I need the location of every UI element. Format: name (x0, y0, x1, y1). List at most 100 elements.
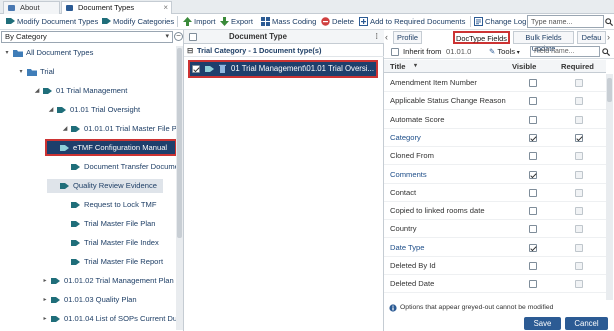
field-row[interactable]: Date Type (384, 239, 606, 257)
required-checkbox[interactable] (575, 188, 583, 197)
visible-checkbox[interactable] (529, 170, 537, 179)
fields-scrollbar[interactable] (606, 74, 613, 300)
inherit-value[interactable]: 01.01.0 (446, 45, 471, 59)
tree-item[interactable]: ▸ 01.01.03 Quality Plan (0, 293, 176, 307)
required-checkbox[interactable] (575, 115, 583, 124)
required-checkbox[interactable] (575, 262, 583, 270)
tree-item[interactable]: Trial Master File Index (0, 236, 176, 250)
modify-categories-button[interactable]: Modify Categories (102, 15, 174, 28)
column-header-document-type[interactable]: Document Type (229, 30, 287, 44)
visible-checkbox[interactable] (529, 243, 537, 252)
save-button[interactable]: Save (524, 317, 561, 330)
chevron-down-icon[interactable]: ▾ (4, 46, 10, 60)
visible-checkbox[interactable] (529, 152, 537, 161)
field-row[interactable]: Amendment Item Number (384, 74, 606, 92)
tab-bulk-fields-update[interactable]: Bulk Fields Update (513, 31, 574, 53)
required-checkbox[interactable] (575, 207, 583, 216)
visible-checkbox[interactable] (529, 133, 537, 142)
chevron-down-icon[interactable]: ◢ (34, 84, 40, 98)
tree-item[interactable]: ▾ All Document Types (0, 46, 176, 60)
modify-document-types-button[interactable]: Modify Document Types (6, 15, 98, 28)
field-row[interactable]: Cloned From (384, 147, 606, 166)
visible-checkbox[interactable] (529, 262, 537, 270)
group-row[interactable]: ⊟ Trial Category - 1 Document type(s) (184, 44, 384, 57)
tree-item[interactable]: ◢ 01 Trial Management (0, 84, 176, 98)
field-name-search-input[interactable]: Field name... (530, 46, 600, 57)
tab-about[interactable]: About (3, 1, 60, 14)
column-header-title[interactable]: Title (390, 60, 405, 73)
export-button[interactable]: Export (220, 15, 253, 28)
tree-item[interactable]: Quality Review Evidence (47, 179, 163, 193)
view-mode-select[interactable]: By Category ▾ (1, 31, 173, 43)
collapse-all-button[interactable]: − (174, 32, 183, 41)
tree-item[interactable]: eTMF Configuration Manual (45, 139, 177, 156)
required-checkbox[interactable] (575, 225, 583, 234)
column-resize-handle[interactable]: ⁞ (375, 30, 378, 44)
close-icon[interactable]: × (163, 2, 168, 14)
chevron-right-icon[interactable]: ▸ (42, 293, 48, 307)
visible-checkbox[interactable] (529, 207, 537, 216)
mass-coding-button[interactable]: Mass Coding (261, 15, 316, 28)
tree-item[interactable]: Trial Master File Plan (0, 217, 176, 231)
add-to-required-documents-button[interactable]: Add to Required Documents (359, 15, 465, 28)
tree-item[interactable]: ◢ 01.01.01 Trial Master File Plan (0, 122, 183, 136)
column-header-required[interactable]: Required (561, 60, 594, 73)
chevron-right-icon[interactable]: ▸ (42, 274, 48, 288)
required-checkbox[interactable] (575, 79, 583, 87)
field-row[interactable]: Category (384, 129, 606, 147)
change-log-button[interactable]: Change Log (474, 15, 526, 28)
tree-item[interactable]: ◢ 01.01 Trial Oversight (0, 103, 176, 117)
tab-doctype-fields[interactable]: DocType Fields (453, 31, 510, 44)
type-name-search-input[interactable]: Type name... (527, 15, 604, 28)
search-icon[interactable] (605, 18, 613, 26)
visible-checkbox[interactable] (529, 280, 537, 289)
delete-icon[interactable] (219, 64, 226, 73)
visible-checkbox[interactable] (529, 115, 537, 124)
field-row[interactable]: Contact (384, 184, 606, 202)
delete-button[interactable]: Delete (321, 15, 354, 28)
fields-scrollbar-thumb[interactable] (607, 78, 612, 102)
tab-default[interactable]: Defau (577, 31, 606, 44)
search-icon[interactable] (602, 48, 610, 56)
required-checkbox[interactable] (575, 152, 583, 161)
required-checkbox[interactable] (575, 243, 583, 252)
import-button[interactable]: Import (183, 15, 216, 28)
row-checkbox[interactable] (192, 65, 200, 73)
field-row[interactable]: Deleted Date (384, 275, 606, 294)
field-row[interactable]: Automate Score (384, 111, 606, 129)
required-checkbox[interactable] (575, 280, 583, 289)
chevron-down-icon[interactable]: ▾ (18, 65, 24, 79)
field-row[interactable]: Copied to linked rooms date (384, 202, 606, 221)
inherit-checkbox[interactable] (391, 48, 399, 56)
tab-profile[interactable]: Profile (393, 31, 422, 44)
visible-checkbox[interactable] (529, 97, 537, 106)
tools-menu[interactable]: ✎ Tools ▾ (489, 45, 520, 60)
field-row[interactable]: Country (384, 220, 606, 239)
visible-checkbox[interactable] (529, 225, 537, 234)
tree-item[interactable]: ▸ 01.01.02 Trial Management Plan (0, 274, 176, 288)
chevron-right-icon[interactable]: ▸ (42, 312, 48, 326)
field-row[interactable]: Applicable Status Change Reason (384, 92, 606, 111)
visible-checkbox[interactable] (529, 188, 537, 197)
cancel-button[interactable]: Cancel (565, 317, 608, 330)
field-row[interactable]: Comments (384, 166, 606, 184)
tree-item[interactable]: ▸ 01.01.04 List of SOPs Current Durin (0, 312, 183, 326)
field-row[interactable]: Deleted By Id (384, 257, 606, 275)
table-row[interactable]: 01 Trial Management\01.01 Trial Oversi..… (188, 60, 378, 78)
tree-item[interactable]: ▾ Trial (0, 65, 176, 79)
chevron-right-icon[interactable]: › (607, 32, 610, 42)
required-checkbox[interactable] (575, 170, 583, 179)
tree-item[interactable]: Trial Master File Report (0, 255, 176, 269)
tree-item[interactable]: Request to Lock TMF (0, 198, 176, 212)
chevron-down-icon[interactable]: ◢ (62, 122, 68, 136)
chevron-left-icon[interactable]: ‹ (385, 32, 388, 42)
required-checkbox[interactable] (575, 133, 583, 142)
tree-item[interactable]: Document Transfer Documentati (0, 160, 183, 174)
select-all-checkbox[interactable] (189, 33, 197, 41)
chevron-down-icon[interactable]: ◢ (48, 103, 54, 117)
required-checkbox[interactable] (575, 97, 583, 106)
tree-scrollbar-thumb[interactable] (177, 48, 182, 238)
visible-checkbox[interactable] (529, 79, 537, 87)
column-header-visible[interactable]: Visible (512, 60, 536, 73)
tab-document-types-management[interactable]: Document Types Management × (61, 1, 172, 24)
